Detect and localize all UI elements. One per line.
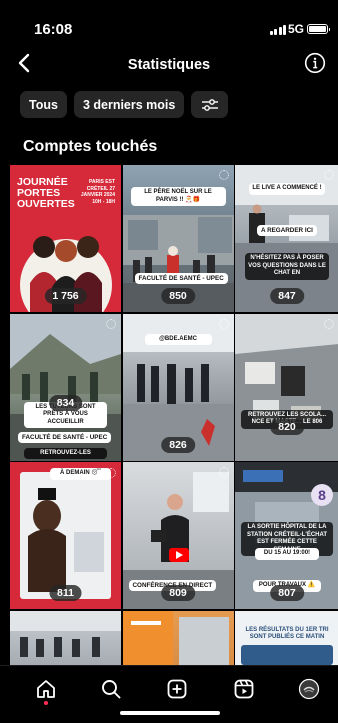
story-ring-icon xyxy=(324,170,334,180)
post-tile[interactable]: @BDE.AEMC 826 xyxy=(122,313,234,461)
post-tile[interactable]: LES TUTEURS SONT PRÊTS À VOUS ACCUEILLIR… xyxy=(10,313,121,461)
post-text-block xyxy=(241,644,333,665)
reach-count: 850 xyxy=(161,288,195,304)
tab-profile[interactable] xyxy=(296,676,322,702)
story-ring-icon xyxy=(218,318,229,329)
tab-reels[interactable] xyxy=(231,676,257,702)
post-location-tag: FACULTÉ DE SANTÉ - UPEC xyxy=(18,431,112,443)
post-tile[interactable]: JOURNÉE PORTES OUVERTES PARIS EST CRÉTEI… xyxy=(10,165,121,312)
event-photo xyxy=(122,610,229,671)
table-photo xyxy=(235,313,338,461)
reach-count: 847 xyxy=(270,288,304,304)
post-tile[interactable]: À DEMAIN 😴 811 xyxy=(10,462,121,609)
post-caption: LES RÉSULTATS DU 1ER TRI SONT PUBLIÉS CE… xyxy=(239,624,335,644)
reach-count: 834 xyxy=(48,394,83,411)
post-tile[interactable]: 8 LA SORTIE HÔPITAL DE LA STATION CRÉTEI… xyxy=(235,462,338,609)
page-title: Statistiques xyxy=(127,57,211,73)
post-tile[interactable]: CONFÉRENCE EN DIRECT 809 xyxy=(122,462,234,609)
post-caption: LE PÈRE NOËL SUR LE PARVIS !! 🎅🎁 xyxy=(130,187,226,206)
number-badge: 8 xyxy=(311,484,333,506)
signal-icon xyxy=(269,25,286,35)
filter-period-button[interactable]: 3 derniers mois xyxy=(73,91,185,118)
reach-count: 807 xyxy=(270,585,304,601)
reach-count: 811 xyxy=(49,585,82,601)
status-time: 16:08 xyxy=(34,21,73,38)
post-caption: @BDE.AEMC xyxy=(144,333,212,345)
post-link-tag[interactable]: A REGARDER ICI xyxy=(257,225,317,236)
tab-search[interactable] xyxy=(98,676,124,702)
filter-settings-button[interactable] xyxy=(191,91,229,118)
filter-bar: Tous 3 derniers mois xyxy=(20,91,229,118)
lecture-photo xyxy=(10,610,121,657)
post-grid: JOURNÉE PORTES OUVERTES PARIS EST CRÉTEI… xyxy=(10,165,338,723)
post-subcaption: RETROUVEZ-LES xyxy=(24,447,107,459)
story-ring-icon xyxy=(218,170,229,180)
battery-icon xyxy=(307,24,330,34)
reels-icon xyxy=(234,679,254,699)
post-subcaption: DU 15 AU 19:00! xyxy=(255,548,319,560)
post-location-tag: FACULTÉ DE SANTÉ - UPEC xyxy=(134,273,228,284)
post-subcaption: N'HÉSITEZ PAS À POSER VOS QUESTIONS DANS… xyxy=(245,253,329,280)
create-icon xyxy=(167,679,187,699)
section-title: Comptes touchés xyxy=(23,138,158,155)
story-ring-icon xyxy=(218,467,229,477)
search-icon xyxy=(102,680,121,699)
header: Statistiques xyxy=(0,44,338,84)
profile-icon xyxy=(298,678,320,700)
story-ring-icon xyxy=(324,318,334,329)
home-icon xyxy=(37,680,55,698)
status-bar: 16:08 5G xyxy=(0,0,338,44)
reach-count: 809 xyxy=(161,585,195,601)
post-caption: LE LIVE A COMMENCÉ ! xyxy=(249,183,325,195)
story-ring-icon xyxy=(106,468,116,478)
reach-count: 820 xyxy=(270,418,304,435)
tab-create[interactable] xyxy=(164,676,190,702)
info-icon[interactable] xyxy=(304,52,326,74)
reach-count: 826 xyxy=(161,436,195,453)
home-indicator xyxy=(120,711,220,715)
filter-icon xyxy=(201,98,218,111)
network-label: 5G xyxy=(287,22,304,36)
notification-dot xyxy=(44,701,48,705)
story-ring-icon xyxy=(106,318,116,329)
reach-count: 1 756 xyxy=(44,288,87,304)
post-tile[interactable]: LE LIVE A COMMENCÉ ! A REGARDER ICI N'HÉ… xyxy=(235,165,338,312)
post-tile[interactable]: LE PÈRE NOËL SUR LE PARVIS !! 🎅🎁 FACULTÉ… xyxy=(122,165,234,312)
post-tile[interactable]: RETROUVEZ LES SCOLA... NCE ET MASTE... L… xyxy=(235,313,338,461)
tab-home[interactable] xyxy=(33,676,59,702)
tab-bar xyxy=(0,665,338,723)
post-caption: À DEMAIN 😴 xyxy=(50,468,111,480)
filter-all-button[interactable]: Tous xyxy=(20,91,67,118)
